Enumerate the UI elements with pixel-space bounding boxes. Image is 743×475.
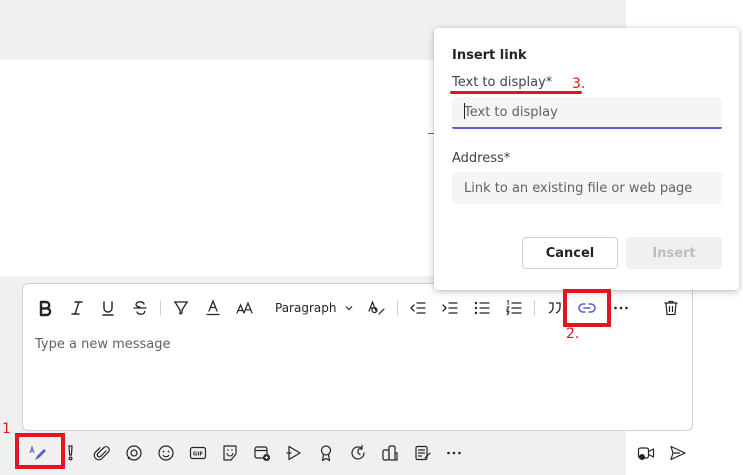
paragraph-dropdown[interactable]: Paragraph [275,297,354,319]
sticker-button[interactable] [216,439,244,467]
annotation-box-link [563,289,611,327]
bulleted-list-icon [474,301,490,315]
gif-icon: GIF [189,446,207,460]
strikethrough-button[interactable] [128,296,152,320]
bold-button[interactable] [33,296,57,320]
sticker-icon [223,445,237,461]
schedule-meeting-icon [254,446,270,461]
italic-icon [71,301,83,315]
font-size-button[interactable] [233,296,257,320]
decrease-indent-icon [410,302,426,314]
praise-button[interactable] [312,439,340,467]
text-to-display-input[interactable] [452,97,722,129]
updates-icon [351,444,365,460]
delete-icon [664,300,678,316]
gif-button[interactable]: GIF [184,439,212,467]
apps-button[interactable] [376,439,404,467]
video-clip-button[interactable] [632,439,660,467]
more-options-icon [614,306,628,310]
annotation-box-format [15,433,65,469]
more-options-button[interactable] [609,296,633,320]
annotation-step-1: 1 [2,421,11,437]
text-to-display-label: Text to display* [452,75,553,90]
delete-button[interactable] [659,296,683,320]
numbered-list-icon [505,299,522,316]
message-input[interactable]: Type a new message [35,337,171,352]
clear-format-icon [368,300,385,315]
attach-button[interactable] [88,439,116,467]
insert-link-dialog: Insert link Text to display* Address* Ca… [434,28,739,290]
italic-button[interactable] [65,296,89,320]
apps-icon [382,445,398,461]
address-input[interactable] [452,172,722,204]
video-clip-icon [637,447,655,460]
underline-button[interactable] [96,296,120,320]
insert-button[interactable]: Insert [626,237,722,269]
clear-format-button[interactable] [365,296,389,320]
dialog-title: Insert link [452,48,527,63]
updates-button[interactable] [344,439,372,467]
loop-button[interactable] [120,439,148,467]
send-icon [670,445,686,461]
bold-icon [39,300,52,317]
attach-icon [93,446,110,461]
stream-icon [286,445,301,461]
approvals-button[interactable] [408,439,436,467]
more-button[interactable] [440,439,468,467]
approvals-icon [415,445,431,461]
highlight-button[interactable] [169,296,193,320]
toolbar-separator [534,300,535,316]
more-icon [447,451,461,455]
praise-icon [320,445,332,462]
strikethrough-icon [133,301,147,315]
svg-text:GIF: GIF [193,452,204,458]
quote-icon [548,302,561,314]
emoji-icon [158,445,174,461]
bulleted-list-button[interactable] [470,296,494,320]
compose-actions-bar: GIF [0,435,743,475]
annotation-step-2: 2. [566,326,580,342]
increase-indent-icon [442,302,458,314]
font-color-button[interactable] [201,296,225,320]
send-button[interactable] [664,439,692,467]
loop-icon [126,445,142,461]
font-size-icon [236,301,253,314]
paragraph-chevron-icon [346,306,353,311]
schedule-meeting-button[interactable] [248,439,276,467]
toolbar-separator [160,300,161,316]
annotation-underline [450,91,582,94]
toolbar-separator [397,300,398,316]
numbered-list-button[interactable] [502,296,526,320]
address-label: Address* [452,151,511,166]
underline-icon [102,301,114,316]
text-cursor [464,103,465,119]
emoji-button[interactable] [152,439,180,467]
annotation-step-3: 3. [572,76,586,92]
increase-indent-button[interactable] [438,296,462,320]
highlight-icon [174,301,188,315]
paragraph-label: Paragraph [275,301,337,315]
cancel-button[interactable]: Cancel [522,237,618,269]
stream-button[interactable] [280,439,308,467]
decrease-indent-button[interactable] [406,296,430,320]
font-color-icon [206,299,220,316]
